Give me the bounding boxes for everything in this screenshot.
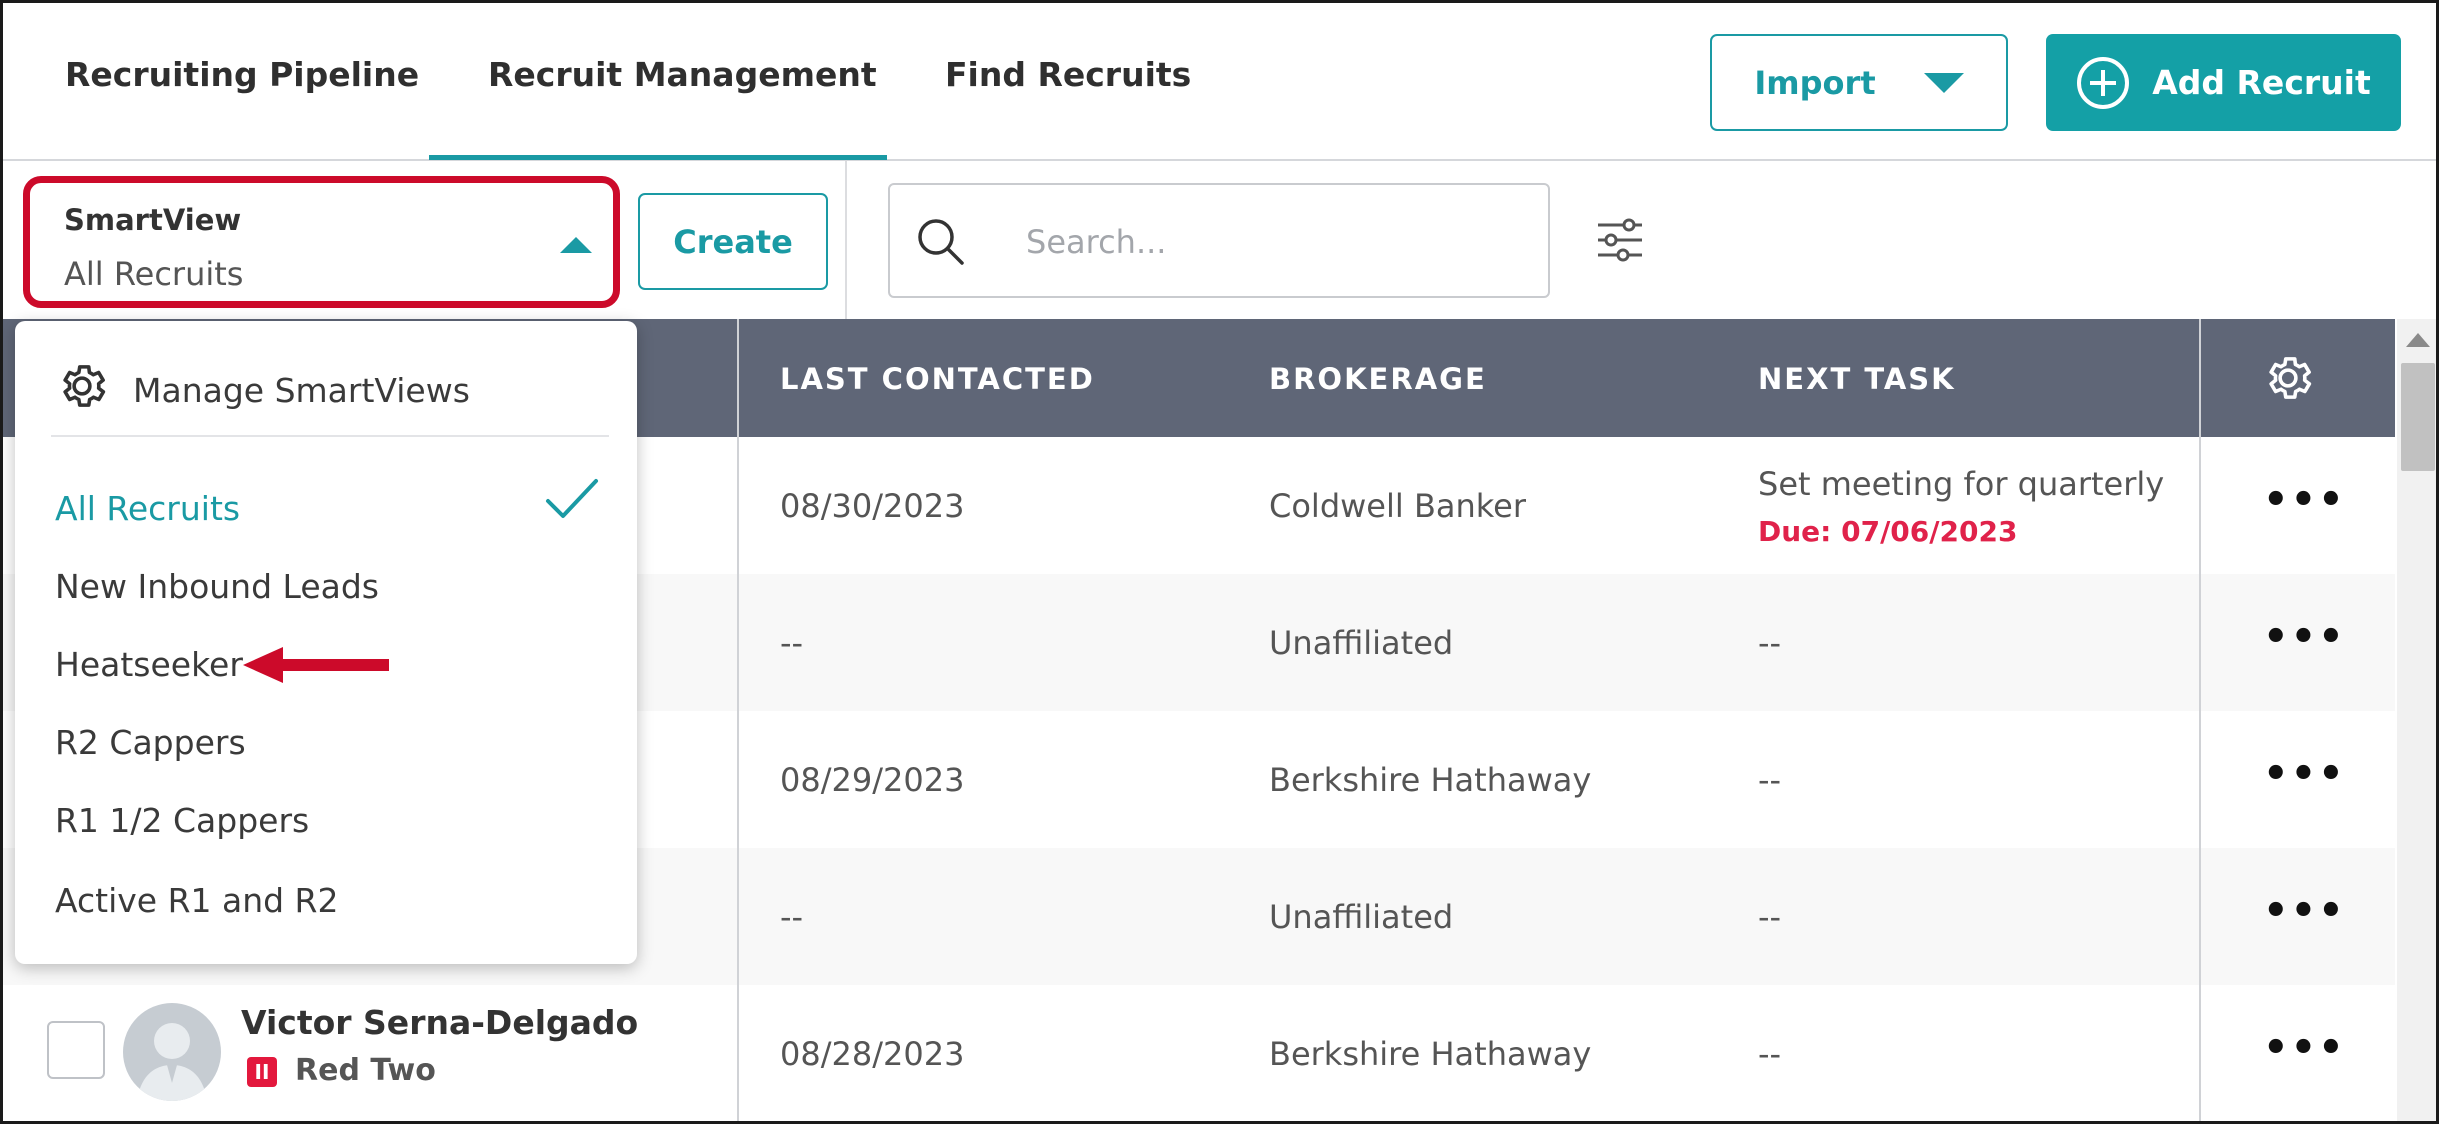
create-button[interactable]: Create [638, 193, 828, 290]
next-task-cell: -- [1758, 898, 1782, 936]
column-next-task[interactable]: NEXT TASK [1758, 362, 1956, 396]
recruit-level: Red Two [295, 1053, 436, 1088]
more-actions-button[interactable]: ••• [2263, 1025, 2346, 1071]
smartview-item-active-r1-r2[interactable]: Active R1 and R2 [55, 881, 338, 920]
search-input[interactable]: Search... [888, 183, 1550, 298]
gear-icon[interactable] [55, 359, 109, 413]
smartview-value: All Recruits [64, 255, 244, 293]
import-label: Import [1754, 63, 1876, 102]
plus-circle-icon [2077, 56, 2130, 109]
row-checkbox[interactable] [47, 1021, 105, 1079]
next-task-cell: -- [1758, 1035, 1782, 1073]
recruit-name[interactable]: Victor Serna-Delgado [241, 1003, 638, 1042]
check-icon [546, 479, 598, 518]
dropdown-divider [51, 435, 609, 437]
add-recruit-label: Add Recruit [2152, 63, 2371, 102]
caret-down-icon [1923, 72, 1964, 93]
smartview-item-all-recruits[interactable]: All Recruits [55, 489, 240, 528]
next-task-cell[interactable]: Set meeting for quarterly t [1758, 465, 2168, 503]
last-contacted-cell: 08/29/2023 [780, 761, 965, 799]
smartview-item-heatseeker[interactable]: Heatseeker [55, 645, 243, 684]
tab-find-recruits[interactable]: Find Recruits [945, 55, 1191, 94]
avatar [123, 1003, 221, 1101]
search-placeholder: Search... [1026, 223, 1167, 261]
import-button[interactable]: Import [1710, 34, 2008, 131]
top-nav: Recruiting Pipeline Recruit Management F… [3, 3, 2436, 161]
smartview-item-new-inbound-leads[interactable]: New Inbound Leads [55, 567, 379, 606]
brokerage-cell: Berkshire Hathaway [1269, 1035, 1592, 1073]
toolbar-divider [845, 161, 847, 319]
search-icon [918, 219, 964, 265]
tab-recruiting-pipeline[interactable]: Recruiting Pipeline [65, 55, 419, 94]
person-avatar-icon [137, 1023, 207, 1101]
manage-smartviews-item[interactable]: Manage SmartViews [133, 371, 470, 410]
last-contacted-cell: -- [780, 898, 804, 936]
next-task-cell: -- [1758, 624, 1782, 662]
active-tab-indicator [429, 155, 887, 160]
brokerage-cell: Berkshire Hathaway [1269, 761, 1592, 799]
column-divider [2199, 319, 2201, 1121]
column-brokerage[interactable]: BROKERAGE [1269, 362, 1487, 396]
last-contacted-cell: -- [780, 624, 804, 662]
annotation-arrow-icon [243, 647, 389, 683]
due-date: Due: 07/06/2023 [1758, 515, 2018, 548]
gear-icon[interactable] [2261, 351, 2315, 405]
more-actions-button[interactable]: ••• [2263, 477, 2346, 523]
brokerage-cell: Coldwell Banker [1269, 487, 1527, 525]
smartview-item-r2-cappers[interactable]: R2 Cappers [55, 723, 246, 762]
recruit-management-page: Recruiting Pipeline Recruit Management F… [0, 0, 2439, 1124]
column-divider [737, 319, 739, 1121]
scrollbar-thumb[interactable] [2401, 363, 2435, 471]
tab-recruit-management[interactable]: Recruit Management [488, 55, 877, 94]
brokerage-cell: Unaffiliated [1269, 624, 1454, 662]
more-actions-button[interactable]: ••• [2263, 888, 2346, 934]
column-last-contacted[interactable]: LAST CONTACTED [780, 362, 1095, 396]
smartview-select[interactable]: SmartView All Recruits [23, 176, 620, 308]
smartview-label: SmartView [64, 203, 242, 237]
create-label: Create [673, 222, 793, 261]
brokerage-cell: Unaffiliated [1269, 898, 1454, 936]
smartview-dropdown: Manage SmartViews All Recruits New Inbou… [15, 321, 637, 964]
more-actions-button[interactable]: ••• [2263, 751, 2346, 797]
scroll-up-arrow-icon[interactable] [2406, 333, 2430, 347]
last-contacted-cell: 08/30/2023 [780, 487, 965, 525]
next-task-cell: -- [1758, 761, 1782, 799]
vertical-scrollbar[interactable] [2397, 319, 2436, 1121]
last-contacted-cell: 08/28/2023 [780, 1035, 965, 1073]
more-actions-button[interactable]: ••• [2263, 614, 2346, 660]
filter-sliders-icon[interactable] [1595, 215, 1645, 265]
caret-up-icon [560, 237, 592, 253]
level-badge-icon: II [247, 1057, 277, 1087]
smartview-item-r1-half-cappers[interactable]: R1 1/2 Cappers [55, 801, 309, 840]
add-recruit-button[interactable]: Add Recruit [2046, 34, 2401, 131]
